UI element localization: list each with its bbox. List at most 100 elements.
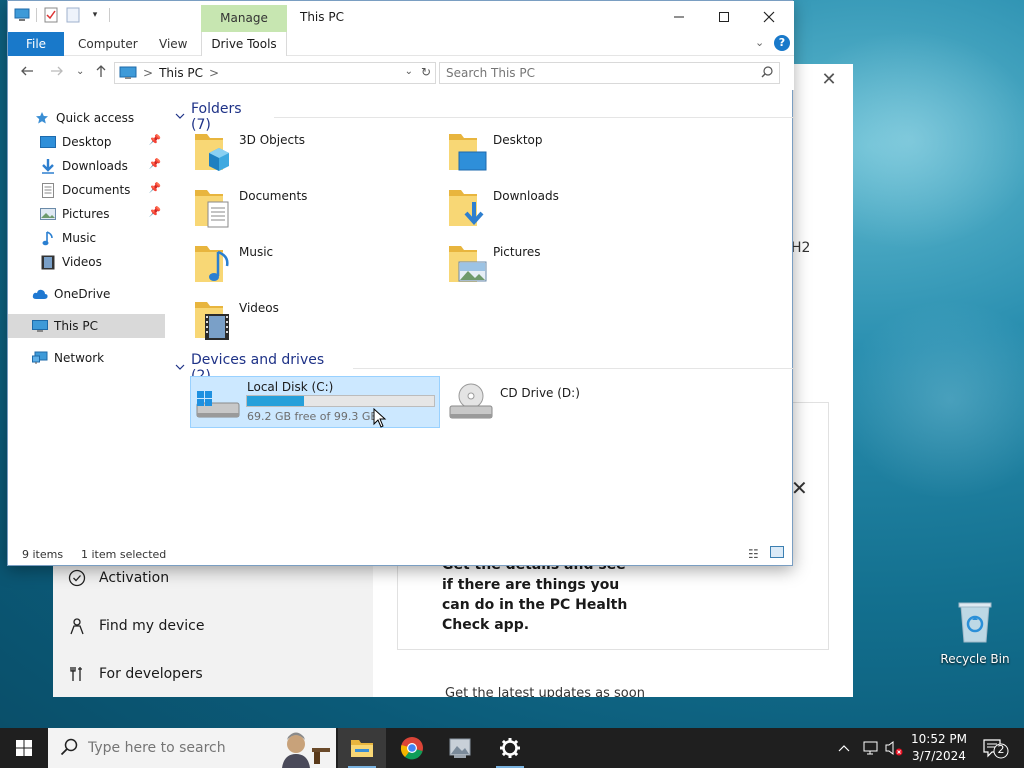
address-row: ⌄ > This PC > ⌄ ↻: [8, 56, 794, 90]
start-button[interactable]: [0, 728, 48, 768]
folder-item[interactable]: Videos: [193, 298, 443, 348]
taskbar-file-explorer[interactable]: [338, 728, 386, 768]
help-icon[interactable]: ?: [774, 35, 790, 51]
tab-drive-tools[interactable]: Drive Tools: [201, 32, 287, 56]
folder-item[interactable]: Documents: [193, 186, 443, 236]
computer-icon: [32, 318, 48, 334]
computer-icon[interactable]: [14, 7, 30, 23]
breadcrumb-separator[interactable]: >: [209, 66, 219, 80]
sidebar-item-quick-access[interactable]: Quick access: [8, 106, 165, 130]
desktop-icon: [40, 134, 56, 150]
mouse-cursor-icon: [373, 408, 387, 428]
sidebar-item-network[interactable]: Network: [8, 346, 165, 370]
taskbar-chrome[interactable]: [388, 728, 436, 768]
folder-item[interactable]: Music: [193, 242, 443, 292]
refresh-icon[interactable]: ↻: [421, 65, 431, 79]
folders-group-title: Folders (7): [191, 101, 242, 133]
address-dropdown-icon[interactable]: ⌄: [405, 66, 413, 77]
person-icon: [67, 616, 87, 636]
drive-label: Local Disk (C:): [247, 380, 334, 394]
chevron-down-icon[interactable]: [175, 363, 185, 374]
sidebar-item-this-pc[interactable]: This PC: [8, 314, 165, 338]
drive-item-local-disk[interactable]: Local Disk (C:) 69.2 GB free of 99.3 GB: [190, 376, 440, 428]
search-box[interactable]: [439, 62, 780, 84]
recent-locations-chevron-icon[interactable]: ⌄: [76, 66, 84, 77]
pin-icon[interactable]: 📌: [149, 135, 161, 146]
network-icon: [32, 350, 48, 366]
search-icon: [60, 738, 78, 760]
taskbar-app[interactable]: [436, 728, 484, 768]
pin-icon[interactable]: 📌: [149, 183, 161, 194]
sidebar-item-music[interactable]: Music: [8, 226, 165, 250]
customize-toolbar-icon[interactable]: ▾: [87, 7, 103, 23]
divider: [36, 8, 37, 22]
properties-icon[interactable]: [43, 7, 59, 23]
title-bar: ▾ Manage This PC: [8, 1, 794, 32]
large-icons-view-icon[interactable]: [770, 546, 784, 558]
sidebar-item-label: Pictures: [62, 207, 110, 221]
sidebar-item-pictures[interactable]: Pictures 📌: [8, 202, 165, 226]
action-center-button[interactable]: 2: [980, 736, 1010, 760]
system-clock[interactable]: 10:52 PM 3/7/2024: [900, 731, 978, 765]
3d-objects-folder-icon: [195, 134, 229, 171]
expand-ribbon-icon[interactable]: ⌄: [755, 36, 764, 49]
back-arrow-icon[interactable]: [20, 64, 34, 82]
chevron-down-icon[interactable]: [175, 112, 185, 123]
settings-nav-label: For developers: [99, 666, 203, 682]
ribbon-tabs: File Computer View Drive Tools ⌄ ?: [8, 32, 794, 56]
drive-item-cd-drive[interactable]: CD Drive (D:): [444, 376, 694, 428]
settings-close-icon[interactable]: ✕: [819, 70, 839, 90]
settings-nav-activation[interactable]: Activation: [67, 568, 169, 588]
chrome-icon: [400, 737, 423, 760]
taskbar-settings[interactable]: [486, 728, 534, 768]
sidebar-item-label: Videos: [62, 255, 102, 269]
cloud-icon: [32, 286, 48, 302]
sidebar-item-videos[interactable]: Videos: [8, 250, 165, 274]
pin-icon[interactable]: 📌: [149, 207, 161, 218]
search-highlight-image: [282, 732, 330, 768]
network-icon[interactable]: [862, 728, 880, 768]
folder-item[interactable]: 3D Objects: [193, 130, 443, 180]
folder-label: Desktop: [493, 133, 543, 147]
sidebar-item-downloads[interactable]: Downloads 📌: [8, 154, 165, 178]
sidebar-item-label: Desktop: [62, 135, 112, 149]
search-input[interactable]: [446, 63, 746, 83]
forward-arrow-icon[interactable]: [50, 64, 64, 82]
search-icon[interactable]: [761, 66, 773, 81]
up-arrow-icon[interactable]: [94, 64, 108, 82]
folder-item[interactable]: Downloads: [447, 186, 697, 236]
gear-icon: [500, 738, 520, 758]
breadcrumb-this-pc[interactable]: This PC: [159, 66, 203, 80]
show-hidden-icons-chevron-icon[interactable]: [838, 728, 850, 768]
new-folder-icon[interactable]: [65, 7, 81, 23]
tab-computer[interactable]: Computer: [78, 32, 138, 56]
tools-icon: [67, 664, 87, 684]
sidebar-item-desktop[interactable]: Desktop 📌: [8, 130, 165, 154]
sidebar-item-documents[interactable]: Documents 📌: [8, 178, 165, 202]
address-bar[interactable]: > This PC > ⌄ ↻: [114, 62, 436, 84]
taskbar: 10:52 PM 3/7/2024 2: [0, 728, 1024, 768]
details-view-icon[interactable]: ☷: [748, 547, 759, 561]
sidebar-item-onedrive[interactable]: OneDrive: [8, 282, 165, 306]
folder-item[interactable]: Pictures: [447, 242, 697, 292]
tab-file[interactable]: File: [8, 32, 64, 56]
close-button[interactable]: [746, 1, 792, 32]
tab-view[interactable]: View: [159, 32, 187, 56]
group-divider: [273, 116, 793, 118]
settings-nav-label: Find my device: [99, 618, 205, 634]
tab-manage[interactable]: Manage: [201, 5, 287, 32]
settings-nav-find-my-device[interactable]: Find my device: [67, 616, 205, 636]
folders-group-header[interactable]: Folders (7): [175, 101, 793, 133]
taskbar-search[interactable]: [48, 728, 336, 768]
folder-item[interactable]: Desktop: [447, 130, 697, 180]
maximize-button[interactable]: [701, 1, 747, 32]
settings-nav-for-developers[interactable]: For developers: [67, 664, 203, 684]
sidebar-item-label: Downloads: [62, 159, 128, 173]
card-close-icon[interactable]: ✕: [791, 476, 808, 500]
recycle-bin[interactable]: Recycle Bin: [940, 600, 1010, 666]
taskbar-search-input[interactable]: [88, 737, 288, 759]
music-icon: [40, 230, 56, 246]
pin-icon[interactable]: 📌: [149, 159, 161, 170]
sidebar-item-label: Network: [54, 351, 105, 365]
minimize-button[interactable]: [656, 1, 702, 32]
